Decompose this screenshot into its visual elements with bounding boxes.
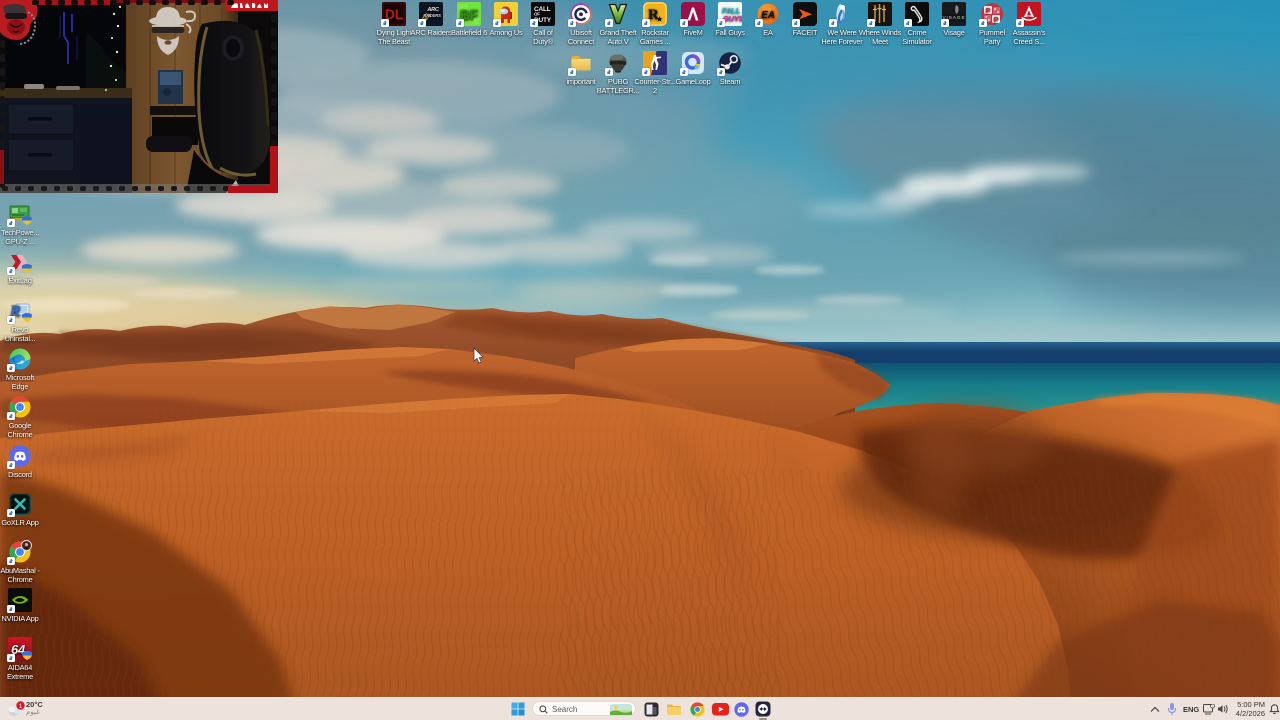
- svg-text:OF: OF: [534, 12, 540, 17]
- svg-text:P: P: [986, 6, 991, 15]
